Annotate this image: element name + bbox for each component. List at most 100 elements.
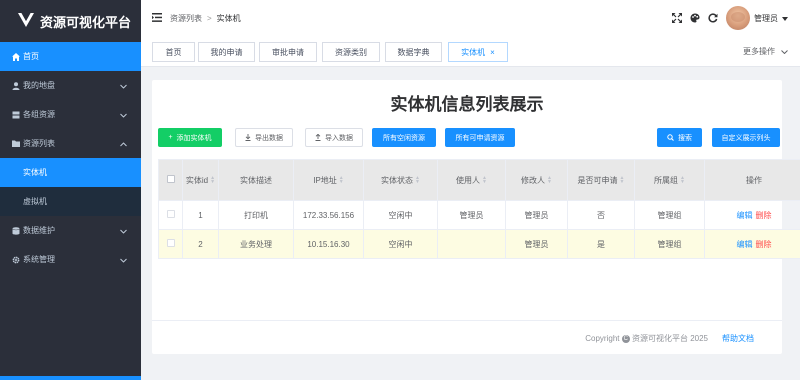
hamburger-icon[interactable] [152,12,162,24]
cell-group: 管理组 [634,229,705,259]
column-header-id[interactable]: 实体id ▲ ▼ [182,159,219,201]
sort-icon[interactable]: ▲ ▼ [547,176,552,185]
sidebar-item-my-space[interactable]: 我的地盘 [0,71,141,100]
column-header-actions: 操作 [704,159,800,201]
chevron-down-icon [120,110,127,119]
table-header-row: 实体id ▲ ▼ 实体描述 IP地址 ▲ ▼ 实体状态 ▲ ▼ 使用人 ▲ ▼ 修改人 ▲ ▼ 是否… [158,159,800,201]
theme-palette-icon[interactable] [690,13,700,23]
sort-icon[interactable]: ▲ ▼ [415,176,420,185]
home-icon [11,52,20,61]
top-navbar: 资源列表 > 实体机 管理员 [141,0,800,36]
cell-group: 管理组 [634,200,705,230]
more-operations-dropdown[interactable]: 更多操作 [743,36,788,67]
app-logo[interactable]: 资源可视化平台 [0,0,141,42]
breadcrumb-item-current: 实体机 [216,13,241,23]
column-header-user[interactable]: 使用人 ▲ ▼ [437,159,506,201]
sidebar-item-home[interactable]: 首页 [0,42,141,71]
tab-data-dictionary[interactable]: 数据字典 [385,42,442,62]
import-data-button[interactable]: 导入数据 [305,128,363,147]
sidebar-item-label: 我的地盘 [23,81,55,90]
chevron-down-icon[interactable] [782,14,788,23]
chevron-down-icon [781,47,788,56]
row-checkbox[interactable] [166,210,175,218]
sidebar-item-label: 各组资源 [23,110,55,119]
sidebar-item-data-maintenance[interactable]: 数据维护 [0,216,141,245]
table-row[interactable]: 1 打印机 172.33.56.156 空闲中 管理员 管理员 否 管理组 编辑… [158,200,800,230]
page-title: 实体机信息列表展示 [390,95,544,114]
header-label: 实体状态 [381,175,414,185]
sort-icon[interactable]: ▲ ▼ [482,176,487,185]
help-docs-link[interactable]: 帮助文档 [722,333,754,344]
tab-label: 审批申请 [272,47,304,57]
column-header-applicable[interactable]: 是否可申请 ▲ ▼ [567,159,635,201]
cell-ip: 172.33.56.156 [293,200,364,230]
header-actions: 管理员 [664,0,788,36]
server-icon [11,111,20,119]
user-avatar[interactable] [726,6,750,30]
sidebar-item-label: 首页 [23,52,39,61]
copyright-symbol-icon: C [621,334,630,343]
column-header-status[interactable]: 实体状态 ▲ ▼ [363,159,438,201]
row-checkbox[interactable] [166,239,175,247]
cell-modifier: 管理员 [505,229,568,259]
tab-home[interactable]: 首页 [152,42,195,62]
all-applicable-resources-button[interactable]: 所有可申请资源 [445,128,515,147]
tab-label: 首页 [165,47,182,57]
sidebar-item-system-management[interactable]: 系统管理 [0,245,141,274]
add-physical-machine-button[interactable]: + 添加实体机 [158,128,222,147]
edit-link[interactable]: 编辑 [737,240,753,249]
button-label: 导入数据 [325,134,353,142]
breadcrumb: 资源列表 > 实体机 [170,13,241,24]
sort-icon[interactable]: ▲ ▼ [210,176,215,185]
tab-approvals[interactable]: 审批申请 [259,42,317,62]
cell-user: 管理员 [437,200,506,230]
tab-my-applications[interactable]: 我的申请 [198,42,255,62]
search-button[interactable]: 搜索 [657,128,702,147]
cell-applicable: 是 [567,229,635,259]
refresh-icon[interactable] [708,13,718,23]
cell-id: 1 [182,200,219,230]
select-all-checkbox[interactable] [166,175,175,183]
sidebar-item-label: 资源列表 [23,139,55,148]
sidebar-item-group-resources[interactable]: 各组资源 [0,100,141,129]
sidebar-item-physical-machine[interactable]: 实体机 [0,158,141,187]
tab-label: 资源类别 [335,47,367,57]
sidebar-item-resource-list[interactable]: 资源列表 [0,129,141,158]
copyright-owner: 资源可视化平台 2025 [631,334,708,343]
tab-resource-categories[interactable]: 资源类别 [322,42,380,62]
column-header-ip[interactable]: IP地址 ▲ ▼ [293,159,364,201]
table-row[interactable]: 2 业务处理 10.15.16.30 空闲中 管理员 是 管理组 编辑 删除 [158,229,800,259]
fullscreen-icon[interactable] [672,13,682,23]
all-idle-resources-button[interactable]: 所有空闲资源 [372,128,436,147]
sort-icon[interactable]: ▲ ▼ [620,176,625,185]
header-label: IP地址 [313,175,337,185]
sidebar-item-virtual-machine[interactable]: 虚拟机 [0,187,141,216]
sort-icon[interactable]: ▲ ▼ [339,176,344,185]
user-name[interactable]: 管理员 [754,13,778,24]
column-header-desc: 实体描述 [218,159,294,201]
cell-status: 空闲中 [363,200,438,230]
more-operations-label: 更多操作 [743,47,775,56]
cell-modifier: 管理员 [505,200,568,230]
column-header-group[interactable]: 所属组 ▲ ▼ [634,159,705,201]
edit-link[interactable]: 编辑 [737,211,753,220]
cell-actions: 编辑 删除 [704,229,800,259]
delete-link[interactable]: 删除 [756,211,772,220]
copyright-text: Copyright C 资源可视化平台 2025 [585,333,708,344]
column-header-modifier[interactable]: 修改人 ▲ ▼ [505,159,568,201]
button-label: 所有可申请资源 [455,134,505,142]
footer: Copyright C 资源可视化平台 2025 帮助文档 [152,320,782,354]
breadcrumb-item[interactable]: 资源列表 [170,13,202,24]
tab-physical-machine[interactable]: 实体机 × [448,42,508,62]
header-label: 所属组 [654,175,679,185]
delete-link[interactable]: 删除 [756,240,772,249]
sidebar-item-label: 虚拟机 [23,197,47,206]
cell-desc: 业务处理 [218,229,294,259]
gear-icon [11,256,20,264]
button-label: 所有空闲资源 [383,134,425,142]
custom-columns-button[interactable]: 自定义展示列头 [712,128,780,147]
tab-label: 实体机 [461,47,486,57]
close-icon[interactable]: × [490,48,495,57]
sort-icon[interactable]: ▲ ▼ [680,176,685,185]
export-data-button[interactable]: 导出数据 [235,128,293,147]
